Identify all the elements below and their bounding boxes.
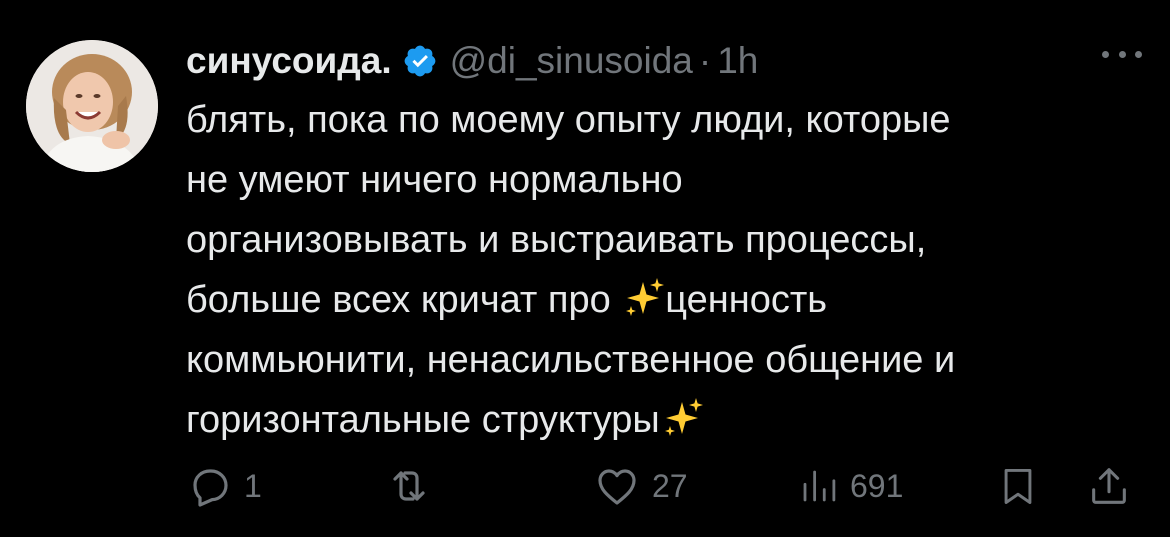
text-line: не умеют ничего нормально [186, 159, 683, 201]
text-fragment: горизонтальные структуры [186, 399, 660, 441]
reply-button[interactable]: 1 [186, 458, 262, 514]
retweet-icon [393, 471, 425, 501]
tweet[interactable]: синусоида. @di_sinusoida · 1h блять, пок… [0, 0, 1170, 537]
display-name[interactable]: синусоида. [186, 40, 392, 82]
more-dot [1118, 50, 1126, 58]
sparkles-emoji-icon [626, 278, 665, 316]
heart-icon [598, 469, 636, 505]
more-dot [1135, 50, 1142, 58]
tweet-text: блять, пока по моему опыту люди, которые… [186, 90, 1146, 450]
sparkles-emoji-icon [664, 398, 703, 436]
avatar[interactable] [26, 40, 158, 172]
reply-count: 1 [244, 467, 262, 504]
views-count: 691 [850, 467, 904, 504]
text-line: горизонтальные структуры [186, 390, 1146, 450]
like-button[interactable]: 27 [592, 458, 688, 514]
bookmark-icon [1004, 468, 1032, 504]
reply-icon [193, 469, 228, 507]
share-button[interactable] [1086, 458, 1132, 514]
more-dot [1102, 50, 1109, 58]
tweet-header: синусоида. @di_sinusoida · 1h [186, 36, 758, 86]
avatar-image [26, 40, 158, 172]
text-fragment: ценность [665, 279, 828, 321]
views-button[interactable]: 691 [798, 458, 903, 514]
text-line: блять, пока по моему опыту люди, которые [186, 99, 951, 141]
text-line: коммьюнити, ненасильственное общение и [186, 339, 956, 381]
timestamp[interactable]: 1h [717, 40, 758, 82]
bookmark-button[interactable] [996, 458, 1040, 514]
retweet-button[interactable] [384, 458, 434, 514]
verified-badge-icon [404, 45, 435, 77]
handle[interactable]: @di_sinusoida [450, 40, 693, 82]
more-options-icon[interactable] [1102, 44, 1142, 64]
separator-dot: · [698, 40, 712, 81]
views-bar-chart-icon [803, 470, 836, 502]
like-count: 27 [652, 467, 688, 504]
text-fragment: больше всех кричат про [186, 279, 622, 321]
share-icon [1092, 468, 1126, 504]
text-line: больше всех кричат про ценность [186, 270, 1146, 330]
action-bar: 1 27 691 [186, 458, 1146, 514]
text-line: организовывать и выстраивать процессы, [186, 219, 927, 261]
